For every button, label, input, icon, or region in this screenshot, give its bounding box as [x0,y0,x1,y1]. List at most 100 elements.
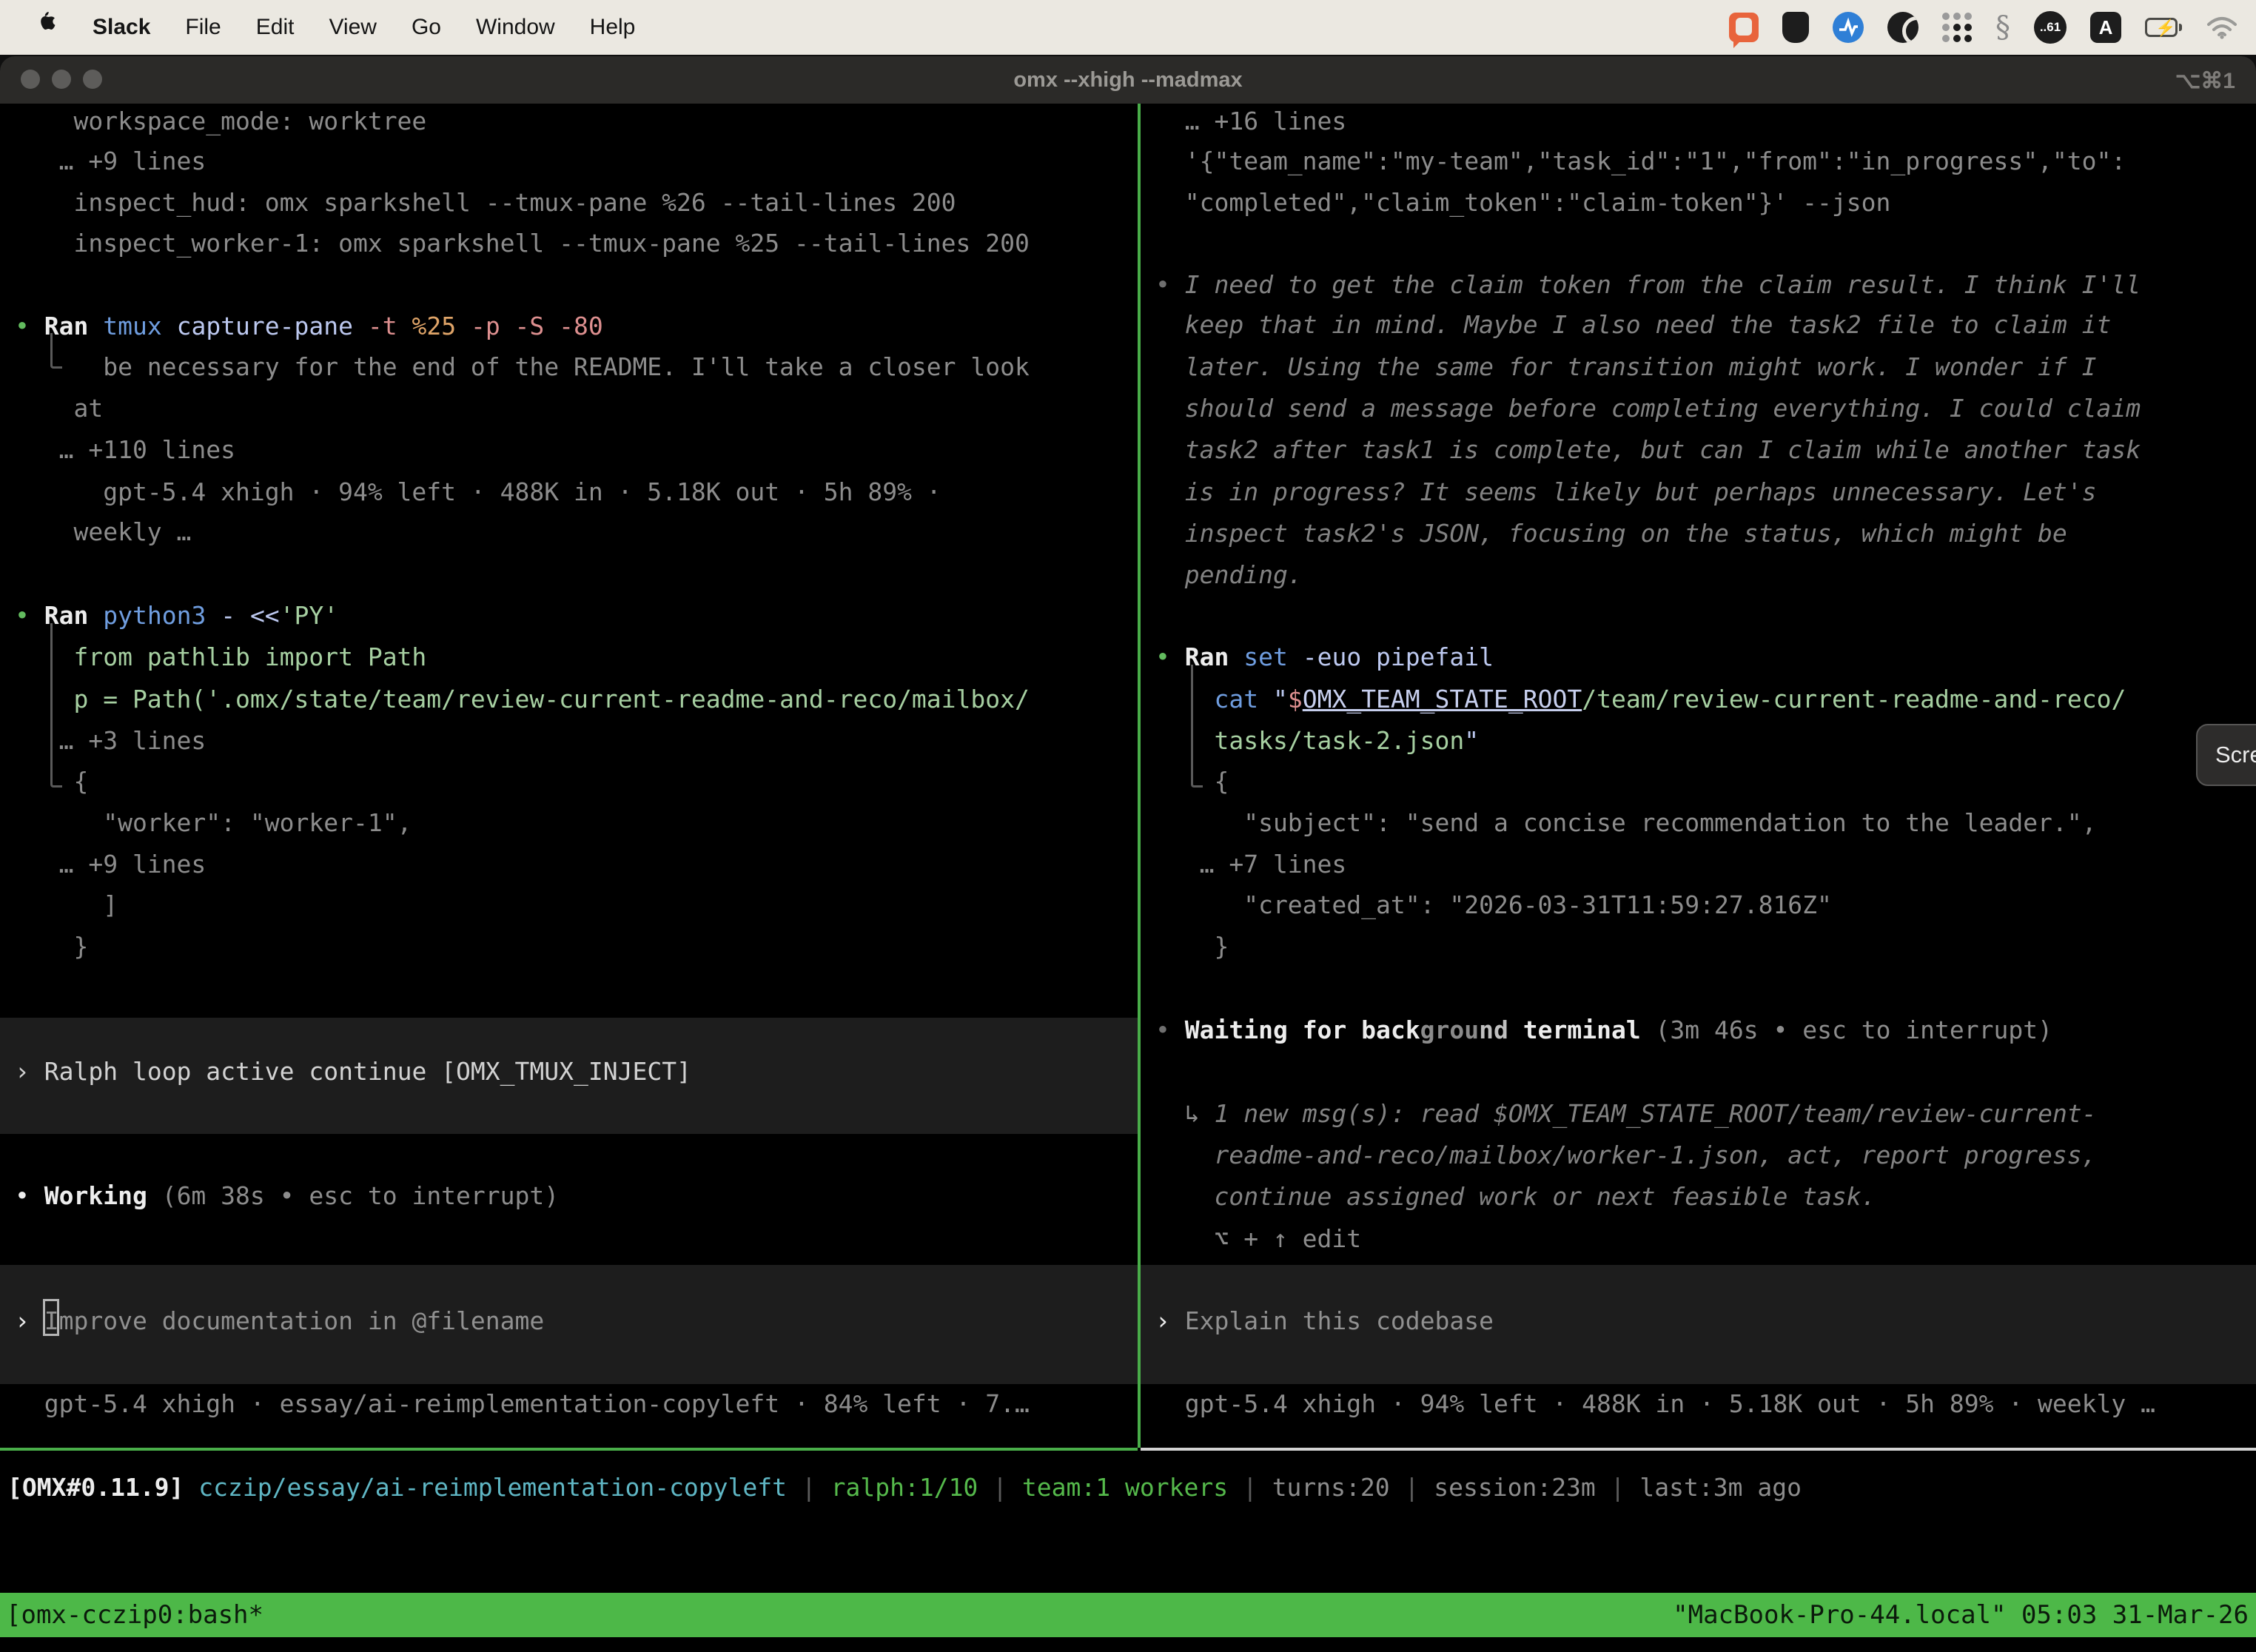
terminal-line: from pathlib import Path [15,639,1138,675]
terminal-text-segment: • [15,312,44,340]
terminal-line: { [1155,764,2256,799]
activity-zigzag-icon[interactable] [1833,12,1864,43]
terminal-text-segment: cczip/essay/ai-reimplementation-copyleft [198,1473,787,1502]
left-pane-bottom-border [0,1448,1138,1451]
screenshot-tooltip: Scre [2196,724,2256,786]
terminal-text-segment: gpt-5.4 xhigh · essay/ai-reimplementatio… [15,1389,1030,1418]
terminal-line: inspect_hud: omx sparkshell --tmux-pane … [15,185,1138,221]
terminal-text-segment: << [250,601,280,630]
terminal-text-segment: I need to get the claim token from the c… [1185,270,2141,299]
terminal-line: ] [15,887,1138,923]
input-source-icon[interactable]: A [2090,12,2121,43]
terminal-text-segment: … +3 lines [15,726,206,755]
terminal-line: task2 after task1 is complete, but can I… [1155,432,2256,468]
close-button[interactable] [21,70,40,89]
terminal-text-segment: -euo pipefail [1303,642,1494,671]
menu-item-view[interactable]: View [329,15,376,40]
terminal-text-segment: • [1155,1015,1185,1044]
terminal-text-segment: } [15,932,88,961]
terminal-text-segment: readme-and-reco/mailbox/worker-1.json, a… [1155,1141,2097,1169]
terminal-text-segment: Ran [44,312,103,340]
terminal-text-segment: inspect task2's JSON, focusing on the st… [1155,519,2067,548]
window-shortcut-badge: ⌥⌘1 [2175,68,2235,94]
terminal-text-segment: inspect_worker-1: omx sparkshell --tmux-… [15,229,1030,258]
terminal-line: cat "$OMX_TEAM_STATE_ROOT/team/review-cu… [1155,682,2256,717]
window-titlebar[interactable]: omx --xhigh --madmax ⌥⌘1 [0,56,2256,104]
apple-menu-icon[interactable] [37,12,58,43]
menu-item-file[interactable]: File [185,15,221,40]
terminal-text-segment: … +16 lines [1155,107,1346,135]
terminal-text-segment: task2 after task1 is complete, but can I… [1155,435,2141,464]
terminal-text-segment: is in progress? It seems likely but perh… [1155,477,2097,506]
wifi-icon[interactable] [2206,16,2238,39]
terminal-line: } [15,929,1138,964]
terminal-text-segment: Waiting for back [1185,1015,1420,1044]
dots-grid-icon[interactable] [1942,13,1972,42]
terminal-line: › Improve documentation in @filename [15,1303,1138,1339]
terminal-text-segment: (3m 46s • esc to interrupt) [1641,1015,2052,1044]
hook-icon[interactable]: § [1995,10,2010,44]
terminal-text-segment: … +7 lines [1155,850,1346,879]
terminal-text-segment: } [1155,932,1229,961]
tmux-pane-right[interactable]: … +16 lines '{"team_name":"my-team","tas… [1141,104,2256,1448]
terminal-text-segment: cat [1214,685,1272,713]
tmux-pane-left[interactable]: workspace_mode: worktree … +9 lines insp… [0,104,1138,1448]
terminal-text-segment: (6m 38s • esc to interrupt) [147,1181,559,1210]
terminal-line: … +9 lines [15,144,1138,179]
terminal-text-segment: turns:20 [1272,1473,1390,1502]
terminal-text-segment: tasks/task-2.json [1214,726,1464,755]
tmux-host-datetime: "MacBook-Pro-44.local" 05:03 31-Mar-26 [1673,1600,2256,1630]
terminal-line: • Ran set -euo pipefail [1155,639,2256,675]
menu-item-help[interactable]: Help [590,15,636,40]
terminal-line: p = Path('.omx/state/team/review-current… [15,682,1138,717]
pane-divider[interactable] [1138,104,1141,1448]
terminal-line: workspace_mode: worktree [15,104,1138,139]
terminal-line: … +3 lines [15,723,1138,759]
chat-notification-icon[interactable] [1729,13,1759,42]
terminal-text-segment: "subject": "send a concise recommendatio… [1155,808,2097,837]
crescent-icon[interactable] [1887,12,1918,43]
battery-nub [2179,24,2182,31]
terminal-line: is in progress? It seems likely but perh… [1155,474,2256,510]
terminal-line: • Waiting for background terminal (3m 46… [1155,1013,2256,1048]
terminal-text-segment: Working [44,1181,147,1210]
omx-status-line: [OMX#0.11.9] cczip/essay/ai-reimplementa… [7,1470,1802,1505]
menu-item-go[interactable]: Go [412,15,441,40]
terminal-text-segment: grou [1420,1015,1479,1044]
terminal-text-segment: %25 [412,312,470,340]
terminal-text-segment: be necessary for the end of the README. … [15,352,1030,381]
shield-grid-icon[interactable] [1782,12,1809,43]
terminal-line: be necessary for the end of the README. … [15,349,1138,385]
terminal-text-segment: later. Using the same for transition mig… [1155,352,2097,381]
terminal-text-segment: " [1273,685,1288,713]
terminal-line: ⌥ + ↑ edit [1155,1221,2256,1257]
terminal-line: inspect task2's JSON, focusing on the st… [1155,516,2256,551]
battery-icon[interactable]: ⚡ [2145,18,2182,37]
terminal-text-segment [1155,685,1214,713]
menu-app-name[interactable]: Slack [93,15,150,40]
terminal-text-segment: ralph:1/10 [831,1473,978,1502]
terminal-text-segment: ⌥ + ↑ edit [1155,1224,1361,1253]
terminal-text-segment: pending. [1155,560,1303,589]
terminal-text-segment: › [1155,1306,1185,1335]
terminal-text-segment: last:3m ago [1639,1473,1802,1502]
count-badge-icon[interactable]: ..61 [2034,11,2067,44]
terminal-line: { [15,764,1138,799]
terminal-line: readme-and-reco/mailbox/worker-1.json, a… [1155,1138,2256,1173]
terminal-line: should send a message before completing … [1155,391,2256,426]
menu-item-window[interactable]: Window [476,15,555,40]
terminal-text-segment: -t [368,312,412,340]
minimize-button[interactable] [52,70,71,89]
right-pane-bottom-border [1141,1448,2256,1451]
terminal-line: … +9 lines [15,847,1138,882]
menu-item-edit[interactable]: Edit [256,15,295,40]
terminal-content: workspace_mode: worktree … +9 lines insp… [0,104,2256,1652]
terminal-text-segment: … +9 lines [15,147,206,175]
terminal-text-segment: at [15,394,103,423]
zoom-button[interactable] [83,70,102,89]
terminal-text-segment: • [15,1181,44,1210]
terminal-text-segment: continue assigned work or next feasible … [1155,1182,1876,1211]
terminal-text-segment: { [1155,767,1229,796]
window-title: omx --xhigh --madmax [1013,68,1242,93]
terminal-line: … +7 lines [1155,847,2256,882]
